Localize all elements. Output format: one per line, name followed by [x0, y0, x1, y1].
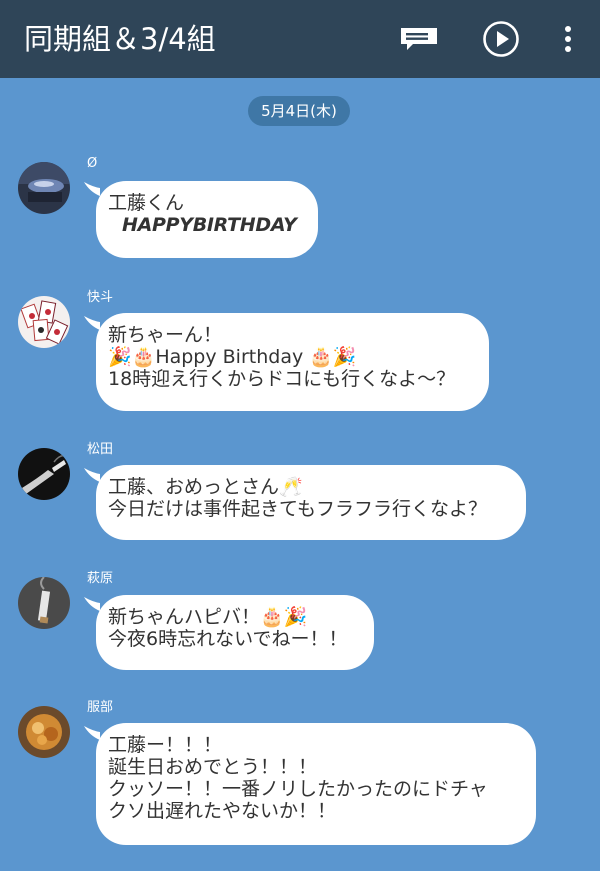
avatar[interactable]: [18, 296, 70, 348]
message-text: クソ出遅れたやないか！！: [108, 800, 337, 822]
bubble-tail: [84, 182, 100, 196]
message-text: 工藤ー！！！: [108, 734, 223, 756]
bubble-tail: [84, 468, 100, 482]
happy-birthday-text: HAPPYBIRTHDAY: [122, 214, 297, 236]
more-vert-icon[interactable]: [558, 20, 578, 58]
sender-name: 松田: [87, 442, 114, 457]
message-bubble[interactable]: 工藤、おめっとさん🥂 今日だけは事件起きてもフラフラ行くなよ？: [96, 465, 526, 540]
bubble-tail: [84, 726, 100, 740]
message-text: 今夜6時忘れないでねー！！: [108, 628, 348, 650]
message-bubble[interactable]: 新ちゃーん！ 🎉🎂Happy Birthday 🎂🎉 18時迎え行くからドコにも…: [96, 313, 489, 411]
bubble-tail: [84, 597, 100, 611]
message-bubble[interactable]: 工藤くん HAPPYBIRTHDAY: [96, 181, 318, 258]
avatar[interactable]: [18, 577, 70, 629]
message-text: 新ちゃーん！: [108, 324, 223, 346]
message-text: 誕生日おめでとう！！！: [108, 756, 318, 778]
note-icon[interactable]: [398, 20, 440, 58]
avatar[interactable]: [18, 448, 70, 500]
message-text: 工藤くん: [108, 192, 185, 214]
message-text: クッソー！！一番ノリしたかったのにドチャ: [108, 778, 488, 800]
message-bubble[interactable]: 新ちゃんハピバ！🎂🎉 今夜6時忘れないでねー！！: [96, 595, 374, 670]
message-text: 18時迎え行くからドコにも行くなよ〜？: [108, 368, 456, 390]
top-bar: 同期組＆3/4組: [0, 0, 600, 78]
message-text: 🎉🎂Happy Birthday 🎂🎉: [108, 346, 357, 368]
play-icon[interactable]: [481, 20, 521, 58]
message-bubble[interactable]: 工藤ー！！！ 誕生日おめでとう！！！ クッソー！！一番ノリしたかったのにドチャ …: [96, 723, 536, 845]
bubble-tail: [84, 316, 100, 330]
message-text: 工藤、おめっとさん🥂: [108, 476, 303, 498]
avatar[interactable]: [18, 706, 70, 758]
sender-name: 服部: [87, 700, 114, 715]
sender-name: 快斗: [87, 290, 114, 305]
chat-title: 同期組＆3/4組: [24, 22, 216, 56]
sender-name: Ø: [87, 156, 98, 171]
message-text: 新ちゃんハピバ！🎂🎉: [108, 606, 308, 628]
sender-name: 萩原: [87, 571, 114, 586]
message-text: 今日だけは事件起きてもフラフラ行くなよ？: [108, 498, 488, 520]
avatar[interactable]: [18, 162, 70, 214]
message-text-styled: HAPPYBIRTHDAY: [108, 214, 304, 236]
date-separator: 5月4日(木): [248, 96, 350, 126]
